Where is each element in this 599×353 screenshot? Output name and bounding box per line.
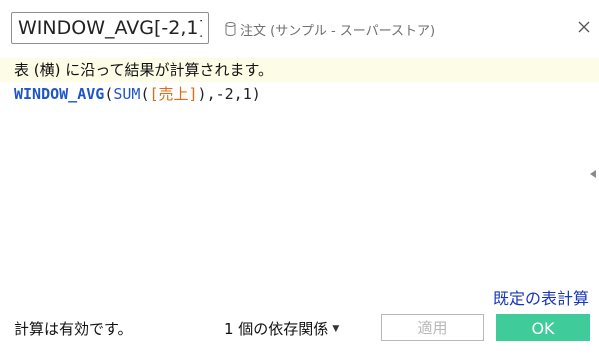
dependencies-label: 1 個の依存関係	[224, 320, 329, 338]
close-button[interactable]	[574, 17, 594, 37]
formula-paren: (	[104, 85, 114, 103]
validation-status: 計算は有効です。	[14, 320, 133, 338]
apply-button[interactable]: 適用	[381, 314, 484, 341]
caret-down-icon: ▼	[332, 323, 340, 334]
default-table-calculation-link[interactable]: 既定の表計算	[493, 285, 589, 309]
calculation-hint-bar: 表 (横) に沿って結果が計算されます。	[0, 58, 599, 82]
formula-paren: )	[197, 85, 207, 103]
formula-function-sum: SUM	[113, 85, 141, 103]
calculation-name-input[interactable]	[11, 12, 209, 44]
scroll-left-arrow-icon[interactable]	[590, 170, 596, 178]
close-icon	[578, 21, 590, 33]
database-icon	[225, 22, 236, 36]
dependencies-dropdown[interactable]: 1 個の依存関係 ▼	[224, 318, 339, 339]
formula-field-bracket: [	[149, 85, 159, 103]
ok-button[interactable]: OK	[496, 314, 590, 341]
formula-function-window-avg: WINDOW_AVG	[14, 85, 105, 103]
data-source-label: 注文 (サンプル - スーパーストア)	[225, 18, 435, 40]
formula-editor[interactable]: WINDOW_AVG(SUM([売上]),-2,1)	[14, 83, 261, 105]
formula-field-sales: 売上	[158, 85, 189, 103]
formula-arguments: ,-2,1)	[206, 85, 261, 103]
data-source-name: 注文 (サンプル - スーパーストア)	[240, 23, 436, 39]
calculation-hint-text: 表 (横) に沿って結果が計算されます。	[14, 61, 273, 79]
formula-field-bracket: ]	[188, 85, 198, 103]
